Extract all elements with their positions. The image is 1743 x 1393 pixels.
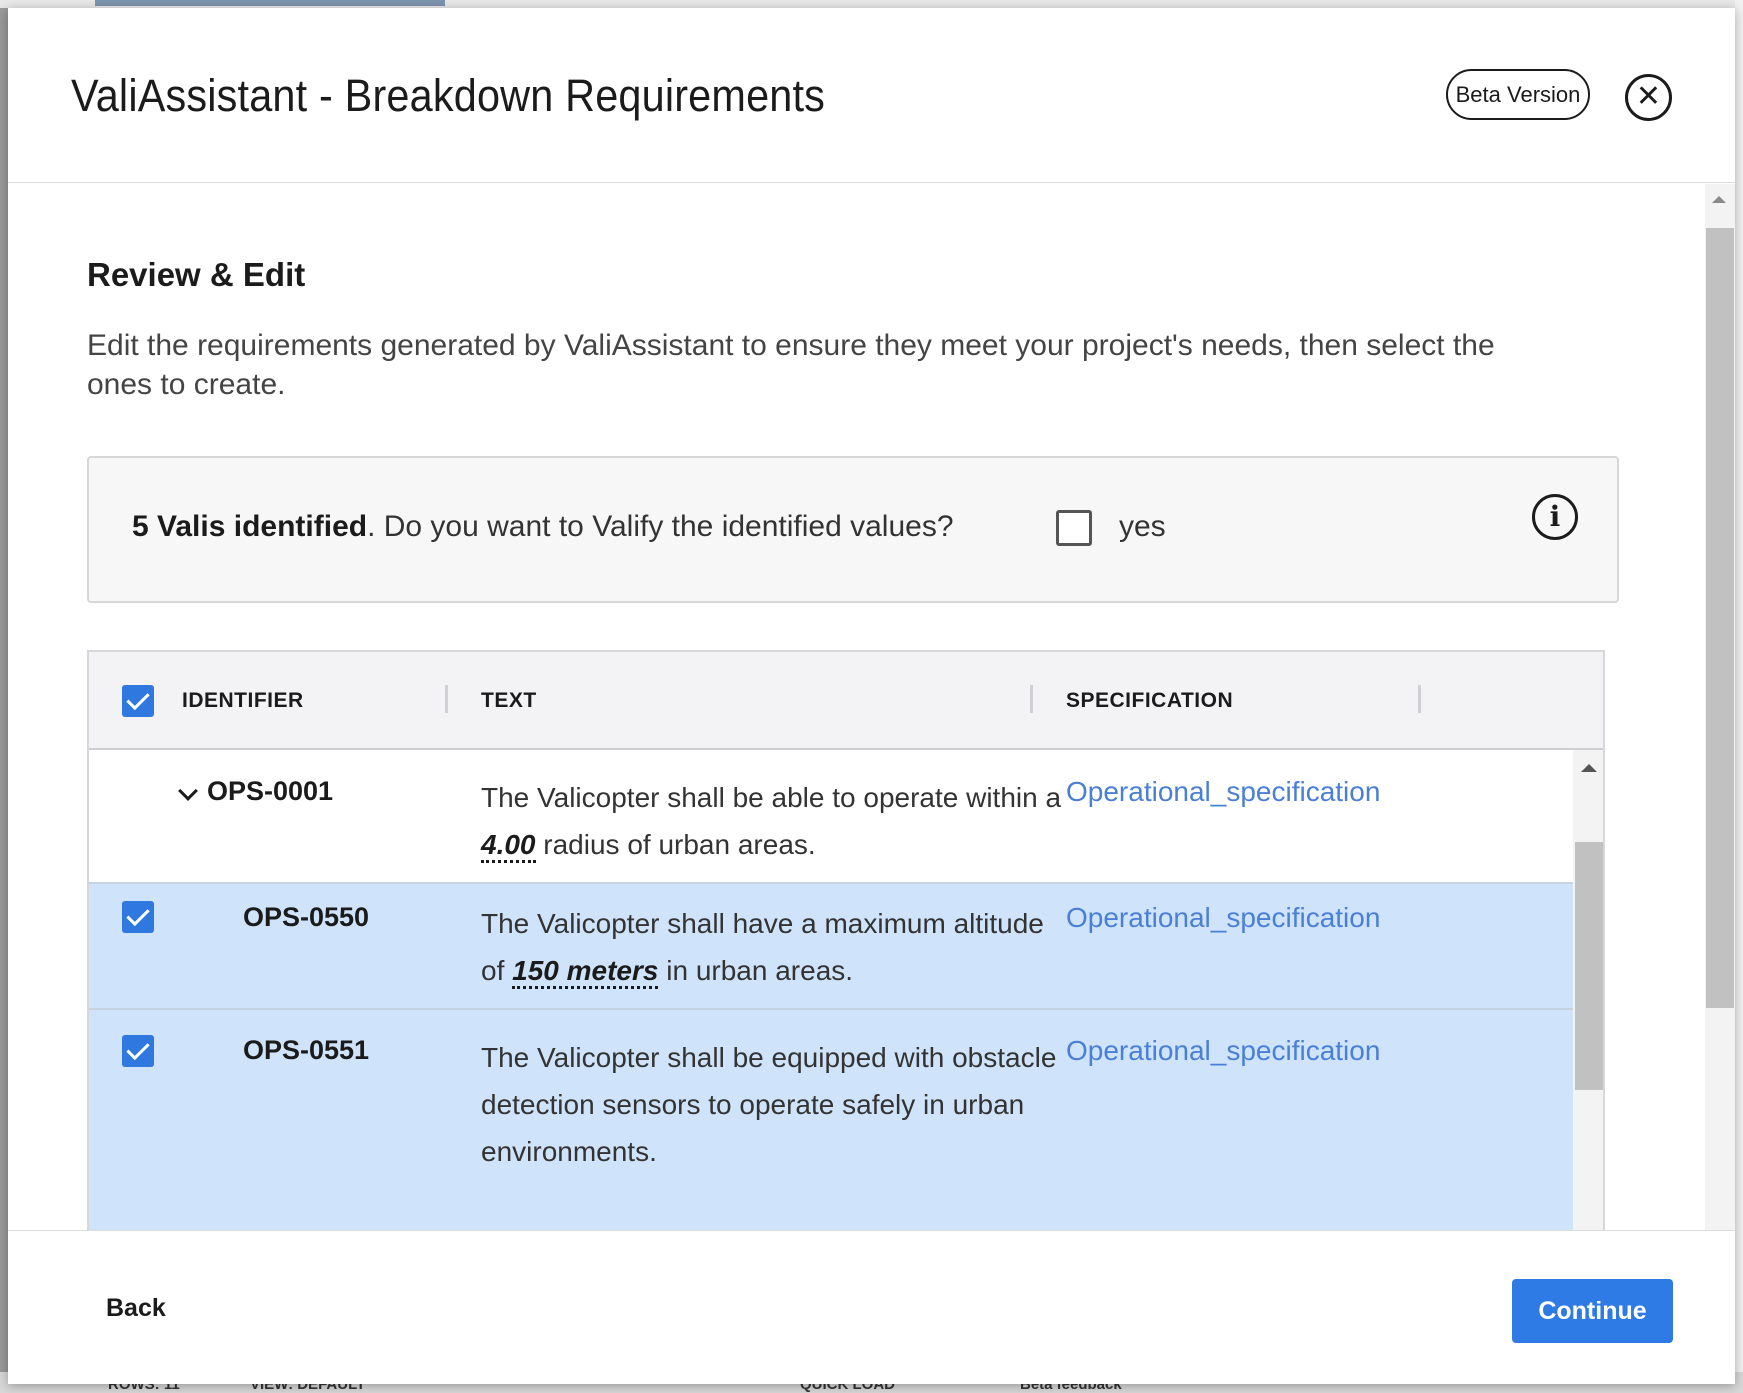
table-row[interactable]: OPS-0550 The Valicopter shall have a max… xyxy=(89,884,1573,1010)
row-checkbox[interactable] xyxy=(122,901,154,933)
column-header-identifier[interactable]: IDENTIFIER xyxy=(182,689,304,713)
valis-count: 5 Valis identified xyxy=(132,510,368,543)
scroll-up-icon[interactable] xyxy=(1712,196,1726,203)
dialog-body: Review & Edit Edit the requirements gene… xyxy=(8,184,1735,1230)
row-text-part: radius of urban areas. xyxy=(535,829,816,860)
table-row[interactable]: OPS-0551 The Valicopter shall be equippe… xyxy=(89,1010,1573,1230)
back-button[interactable]: Back xyxy=(106,1294,166,1323)
row-checkbox[interactable] xyxy=(122,1035,154,1067)
section-title: Review & Edit xyxy=(87,256,306,293)
dialog-footer: Back Continue xyxy=(8,1230,1735,1384)
vali-value[interactable]: 150 meters xyxy=(512,955,659,989)
info-icon[interactable]: i xyxy=(1532,494,1578,540)
row-text-part: The Valicopter shall be equipped with ob… xyxy=(481,1042,1057,1167)
row-identifier: OPS-0551 xyxy=(243,1035,370,1065)
column-resize-handle[interactable] xyxy=(445,685,448,713)
dialog-title: ValiAssistant - Breakdown Requirements xyxy=(71,70,826,121)
column-header-text[interactable]: TEXT xyxy=(481,689,537,713)
dialog-header: ValiAssistant - Breakdown Requirements B… xyxy=(8,8,1735,183)
vali-value[interactable]: 4.00 xyxy=(481,829,536,863)
chevron-down-icon[interactable] xyxy=(178,781,198,801)
table-body: OPS-0001 The Valicopter shall be able to… xyxy=(89,750,1573,1230)
section-description: Edit the requirements generated by ValiA… xyxy=(87,329,1495,401)
background-toolbar xyxy=(0,0,1743,8)
requirements-table: IDENTIFIER TEXT SPECIFICATION OPS-0001 T… xyxy=(87,650,1605,1230)
row-identifier: OPS-0001 xyxy=(207,776,334,806)
specification-link[interactable]: Operational_specification xyxy=(1066,1035,1380,1067)
background-right-panel xyxy=(1735,0,1743,1393)
row-identifier: OPS-0550 xyxy=(243,902,370,932)
column-resize-handle[interactable] xyxy=(1030,685,1033,713)
dialog-scrollbar[interactable] xyxy=(1705,184,1735,1230)
breakdown-dialog: ValiAssistant - Breakdown Requirements B… xyxy=(8,8,1735,1384)
row-text[interactable]: The Valicopter shall be equipped with ob… xyxy=(481,1034,1071,1175)
valify-checkbox-label[interactable]: yes xyxy=(1119,510,1166,544)
table-row[interactable]: OPS-0001 The Valicopter shall be able to… xyxy=(89,750,1573,884)
valis-question: . Do you want to Valify the identified v… xyxy=(367,510,954,543)
select-all-checkbox[interactable] xyxy=(122,685,154,717)
close-icon[interactable]: ✕ xyxy=(1625,74,1672,121)
column-header-specification[interactable]: SPECIFICATION xyxy=(1066,689,1233,713)
valify-checkbox[interactable] xyxy=(1056,510,1092,546)
table-scrollbar[interactable] xyxy=(1573,750,1603,1230)
specification-link[interactable]: Operational_specification xyxy=(1066,902,1380,934)
valis-info-box: 5 Valis identified. Do you want to Valif… xyxy=(87,456,1619,603)
beta-version-badge: Beta Version xyxy=(1446,69,1590,120)
row-text-part: The Valicopter shall be able to operate … xyxy=(481,782,1062,813)
row-text[interactable]: The Valicopter shall be able to operate … xyxy=(481,774,1071,868)
column-resize-handle[interactable] xyxy=(1418,685,1421,713)
row-text[interactable]: The Valicopter shall have a maximum alti… xyxy=(481,900,1071,994)
background-active-tab xyxy=(95,0,445,6)
valis-prompt: 5 Valis identified. Do you want to Valif… xyxy=(132,510,954,544)
table-scrollbar-thumb[interactable] xyxy=(1575,842,1603,1090)
continue-button[interactable]: Continue xyxy=(1512,1279,1673,1343)
specification-link[interactable]: Operational_specification xyxy=(1066,776,1380,808)
dialog-scrollbar-thumb[interactable] xyxy=(1706,228,1734,1008)
scroll-up-icon[interactable] xyxy=(1581,764,1597,772)
table-header: IDENTIFIER TEXT SPECIFICATION xyxy=(89,652,1603,750)
row-text-part: in urban areas. xyxy=(658,955,854,986)
